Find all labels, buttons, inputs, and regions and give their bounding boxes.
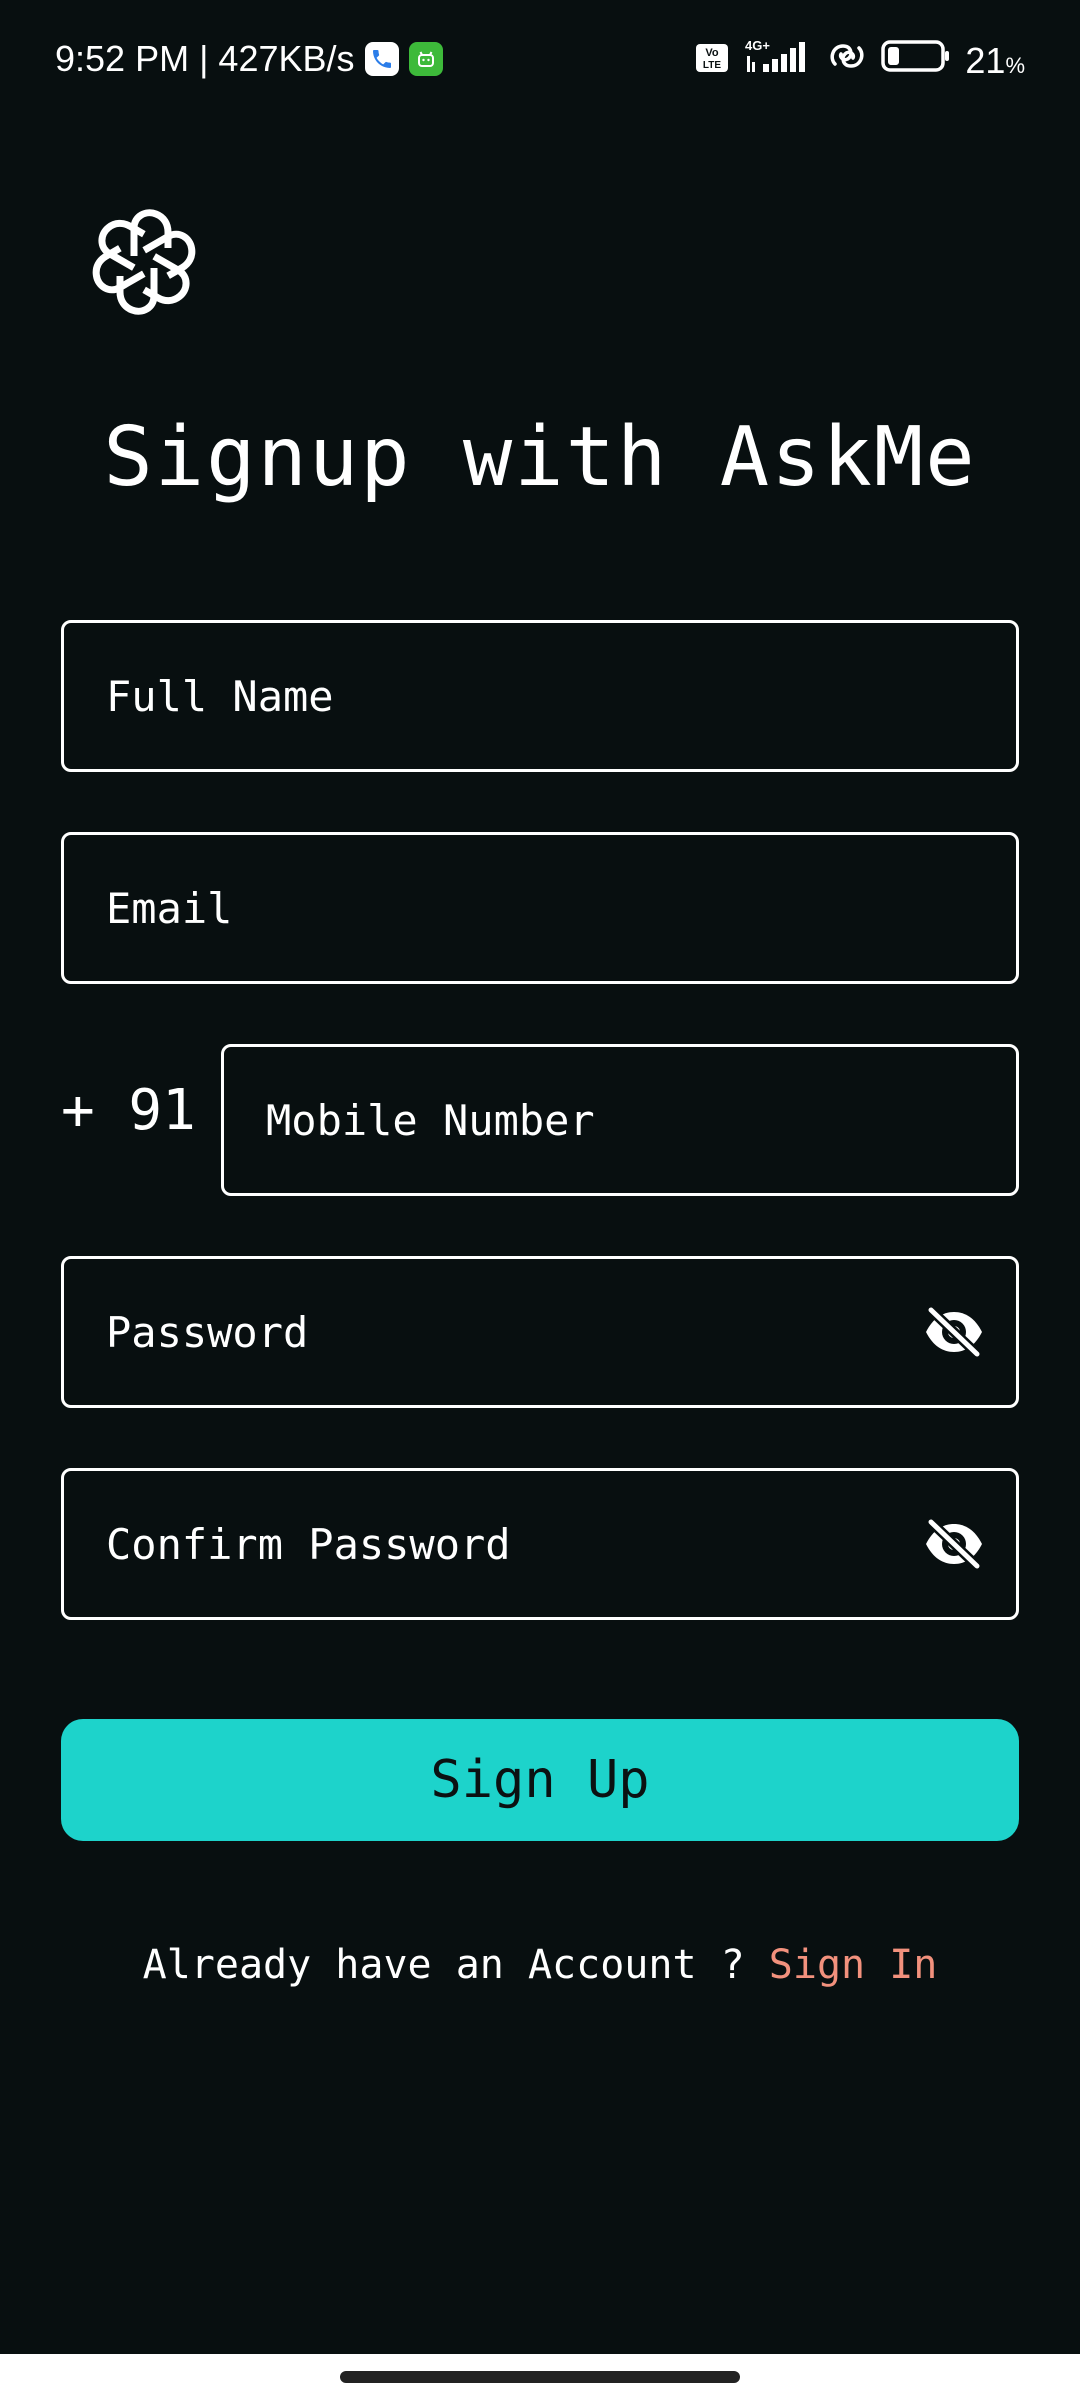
status-right: Vo LTE 4G+ 21% [695,38,1025,83]
status-bar: 9:52 PM | 427KB/s Vo LTE 4G+ 21% [0,0,1080,120]
battery-icon [881,38,951,83]
email-field[interactable] [61,832,1019,984]
signal-4g-icon: 4G+ [743,38,813,83]
battery-percentage: 21% [965,40,1025,82]
mobile-number-field[interactable] [221,1044,1019,1196]
confirm-password-visibility-toggle[interactable] [922,1512,986,1576]
country-code-label: + 91 [61,1078,196,1143]
signin-prompt-text: Already have an Account ? [142,1942,769,1988]
full-name-input[interactable] [64,623,1016,769]
signin-link[interactable]: Sign In [769,1942,938,1988]
confirm-password-input[interactable] [64,1471,1016,1617]
hotspot-link-icon [827,38,867,83]
battery-pct-value: 21 [965,39,1006,81]
signin-prompt: Already have an Account ? Sign In [0,1942,1080,1988]
svg-text:Vo: Vo [706,47,720,59]
phone-app-icon [364,42,399,76]
volte-icon: Vo LTE [695,40,729,82]
full-name-field[interactable] [61,620,1019,772]
svg-text:4G+: 4G+ [745,38,770,53]
password-input[interactable] [64,1259,1016,1405]
password-field[interactable] [61,1256,1019,1408]
status-left: 9:52 PM | 427KB/s [55,38,443,80]
email-input[interactable] [64,835,1016,981]
battery-pct-unit: % [1005,52,1025,78]
eye-off-icon [926,1306,982,1358]
password-visibility-toggle[interactable] [922,1300,986,1364]
android-app-icon [408,42,443,76]
mobile-number-input[interactable] [224,1047,1016,1193]
confirm-password-field[interactable] [61,1468,1019,1620]
page-title: Signup with AskMe [103,410,977,505]
svg-text:LTE: LTE [703,60,721,71]
signup-button[interactable]: Sign Up [61,1719,1019,1841]
gesture-handle[interactable] [340,2371,740,2383]
eye-off-icon [926,1518,982,1570]
openai-logo-icon [88,206,200,318]
status-time-speed: 9:52 PM | 427KB/s [55,38,355,79]
